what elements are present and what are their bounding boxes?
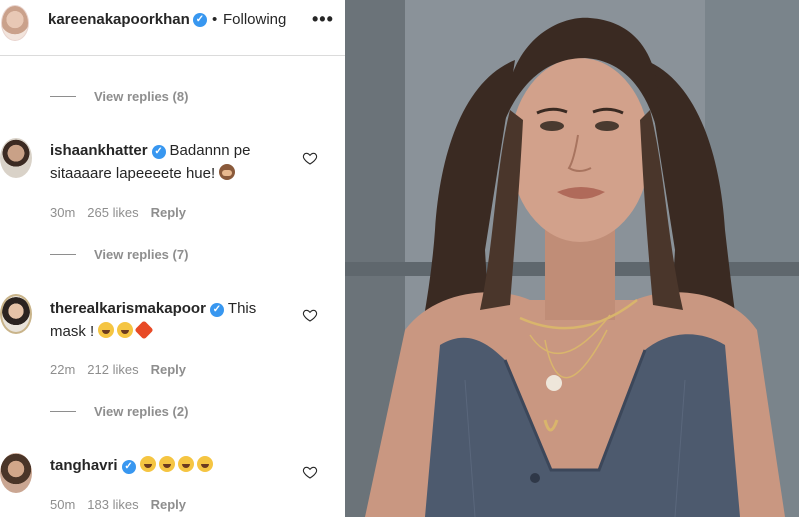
heart-icon[interactable] — [302, 307, 318, 323]
following-button[interactable]: Following — [223, 11, 286, 28]
view-replies-button[interactable]: View replies (2) — [50, 404, 188, 419]
comment-likes[interactable]: 183 likes — [87, 497, 138, 512]
header-avatar[interactable] — [1, 5, 29, 41]
header-separator: • — [212, 11, 218, 28]
view-replies-line — [50, 411, 76, 412]
comment-time: 30m — [50, 205, 76, 220]
view-replies-button[interactable]: View replies (7) — [50, 247, 188, 262]
heart-icon[interactable] — [302, 464, 318, 480]
tears-of-joy-icon — [196, 456, 213, 472]
reply-button[interactable]: Reply — [151, 497, 186, 512]
portrait-illustration — [345, 0, 799, 517]
comment-meta: 22m 212 likes Reply — [50, 362, 186, 377]
comment-username[interactable]: therealkarismakapoor — [50, 300, 206, 317]
avatar[interactable] — [0, 453, 32, 493]
more-dots-icon[interactable]: ••• — [312, 10, 334, 28]
tears-of-joy-icon — [98, 322, 115, 338]
view-replies-line — [50, 254, 76, 255]
comment-text: ishaankhatter ✓ Badannn pe sitaaaare lapee… — [50, 139, 290, 185]
view-replies-label: View replies (2) — [94, 404, 189, 419]
tears-of-joy-icon — [139, 456, 156, 472]
tears-of-joy-icon — [158, 456, 175, 472]
verified-badge-icon: ✓ — [209, 303, 224, 317]
collision-icon — [134, 320, 154, 340]
tears-of-joy-icon — [177, 456, 194, 472]
reply-button[interactable]: Reply — [151, 205, 186, 220]
reply-button[interactable]: Reply — [151, 362, 186, 377]
comment-meta: 30m 265 likes Reply — [50, 205, 186, 220]
post-photo[interactable] — [345, 0, 799, 517]
view-replies-label: View replies (8) — [94, 89, 189, 104]
comment-time: 50m — [50, 497, 76, 512]
verified-badge-icon: ✓ — [151, 145, 166, 159]
comment-likes[interactable]: 265 likes — [87, 205, 138, 220]
view-replies-label: View replies (7) — [94, 247, 189, 262]
comment-username[interactable]: ishaankhatter — [50, 142, 148, 159]
comment-time: 22m — [50, 362, 76, 377]
comments-panel: kareenakapoorkhan ✓ • Following ••• View… — [0, 0, 345, 517]
see-no-evil-monkey-icon — [219, 164, 236, 180]
view-replies-line — [50, 96, 76, 97]
post-header: kareenakapoorkhan ✓ • Following ••• — [0, 0, 345, 45]
comment-username[interactable]: tanghavri — [50, 457, 118, 474]
avatar[interactable] — [0, 138, 32, 178]
comment-meta: 50m 183 likes Reply — [50, 497, 186, 512]
view-replies-button[interactable]: View replies (8) — [50, 89, 188, 104]
comment-likes[interactable]: 212 likes — [87, 362, 138, 377]
comment-text: therealkarismakapoor ✓ This mask ! — [50, 297, 290, 343]
header-username[interactable]: kareenakapoorkhan — [48, 11, 190, 28]
heart-icon[interactable] — [302, 150, 318, 166]
verified-badge-icon: ✓ — [193, 13, 207, 27]
verified-badge-icon: ✓ — [121, 460, 136, 474]
avatar[interactable] — [0, 294, 32, 334]
comment-text: tanghavri ✓ — [50, 454, 290, 477]
header-divider — [0, 55, 345, 56]
tears-of-joy-icon — [117, 322, 134, 338]
